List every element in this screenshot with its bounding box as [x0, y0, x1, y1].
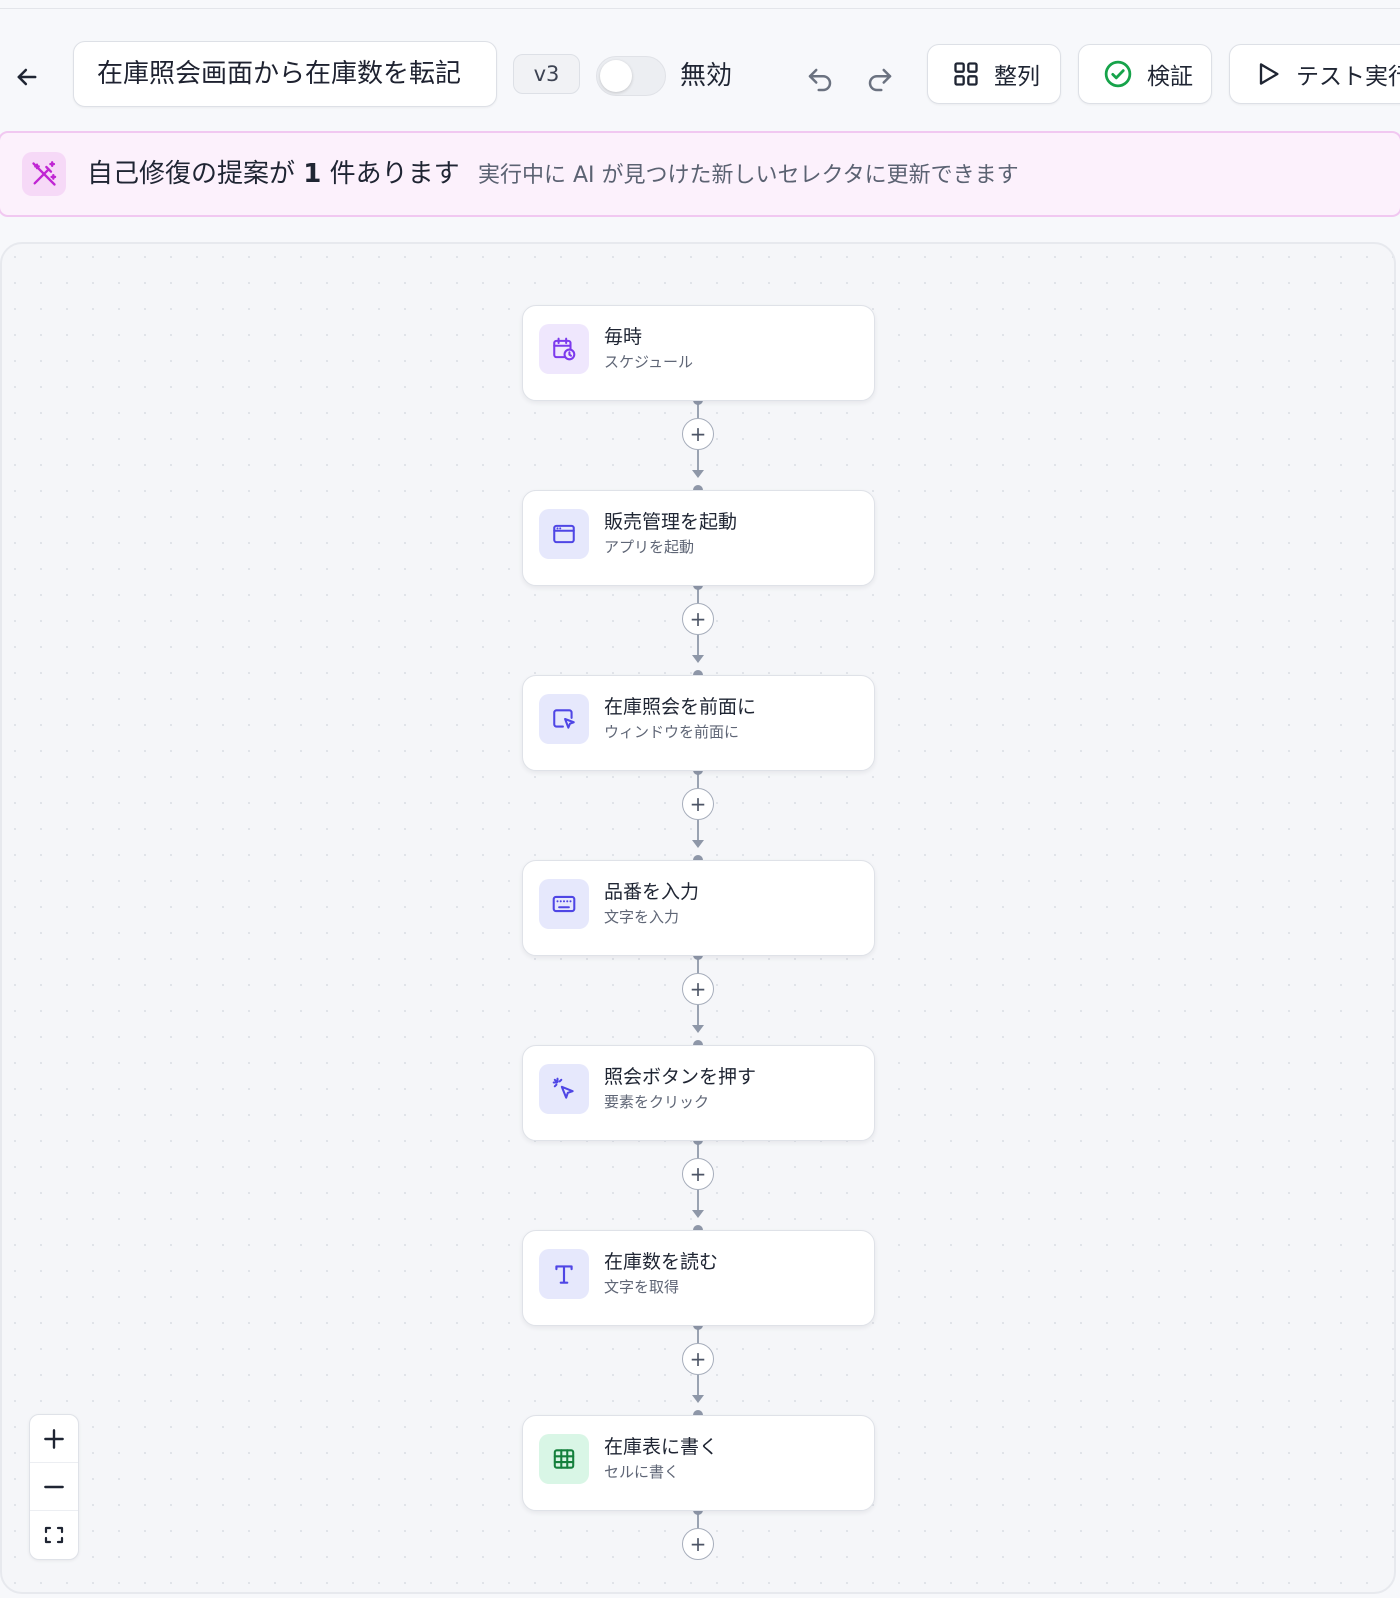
node-title: 在庫照会を前面に [604, 696, 757, 718]
node-subtitle: 要素をクリック [604, 1093, 710, 1111]
banner-subtitle: 実行中に AI が見つけた新しいセレクタに更新できます [478, 163, 1019, 188]
arrange-button[interactable]: 整列 [927, 44, 1061, 104]
add-step-button[interactable]: + [682, 603, 714, 635]
redo-button[interactable] [860, 60, 900, 100]
node-subtitle: ウィンドウを前面に [604, 723, 740, 741]
node-subtitle: スケジュール [604, 353, 693, 371]
node-type-text[interactable]: 品番を入力 文字を入力 [522, 860, 875, 956]
redo-icon [868, 68, 892, 92]
play-icon [1259, 63, 1279, 85]
text-icon [539, 1249, 589, 1299]
workflow-canvas[interactable]: 毎時 スケジュール + 販売管理を起動 アプリを起動 + 在庫照会を前面に ウィ… [0, 242, 1396, 1594]
banner-title-prefix: 自己修復の提案が [87, 159, 304, 189]
add-step-button[interactable]: + [682, 1528, 714, 1560]
node-title: 毎時 [604, 326, 643, 348]
node-subtitle: アプリを起動 [604, 538, 695, 556]
back-button[interactable] [8, 58, 46, 96]
test-run-button[interactable]: テスト実行 [1229, 44, 1400, 104]
node-title: 在庫表に書く [604, 1436, 719, 1458]
node-title: 照会ボタンを押す [604, 1066, 757, 1088]
undo-icon [808, 68, 832, 92]
grid-icon [954, 62, 978, 86]
calendar-clock-icon [539, 324, 589, 374]
node-title: 在庫数を読む [604, 1251, 719, 1273]
zoom-in-button[interactable] [30, 1415, 78, 1463]
toggle-status-label: 無効 [680, 61, 733, 91]
validate-button[interactable]: 検証 [1078, 44, 1212, 104]
test-run-label: テスト実行 [1296, 64, 1400, 90]
fit-view-button[interactable] [30, 1511, 78, 1559]
add-step-button[interactable]: + [682, 1158, 714, 1190]
validate-label: 検証 [1147, 64, 1193, 90]
check-circle-icon [1104, 60, 1132, 88]
workflow-title-input[interactable]: 在庫照会画面から在庫数を転記 [73, 41, 497, 107]
app-window-icon [539, 509, 589, 559]
arrow-left-icon [17, 68, 37, 86]
node-title: 品番を入力 [604, 881, 700, 903]
window-pointer-icon [539, 694, 589, 744]
node-subtitle: 文字を取得 [604, 1278, 680, 1296]
add-step-button[interactable]: + [682, 788, 714, 820]
arrange-label: 整列 [994, 64, 1040, 90]
add-step-button[interactable]: + [682, 1343, 714, 1375]
editor-toolbar: 在庫照会画面から在庫数を転記 v3 無効 整列 検証 テスト実行 [0, 10, 1400, 128]
zoom-controls [29, 1414, 79, 1560]
node-subtitle: セルに書く [604, 1463, 680, 1481]
enable-toggle[interactable] [596, 56, 666, 96]
add-step-button[interactable]: + [682, 418, 714, 450]
magic-wand-icon [22, 152, 66, 196]
table-icon [539, 1434, 589, 1484]
node-bring-window-front[interactable]: 在庫照会を前面に ウィンドウを前面に [522, 675, 875, 771]
toggle-knob [600, 60, 632, 92]
banner-title-suffix: 件あります [321, 159, 460, 189]
suggestion-count: 1 [303, 159, 322, 189]
plus-icon [44, 1428, 64, 1449]
click-icon [539, 1064, 589, 1114]
self-healing-banner[interactable]: 自己修復の提案が 1 件あります 実行中に AI が見つけた新しいセレクタに更新… [0, 131, 1400, 217]
add-step-button[interactable]: + [682, 973, 714, 1005]
fit-view-icon [44, 1526, 64, 1544]
node-schedule[interactable]: 毎時 スケジュール [522, 305, 875, 401]
minus-icon [44, 1485, 64, 1488]
node-write-cell[interactable]: 在庫表に書く セルに書く [522, 1415, 875, 1511]
undo-button[interactable] [800, 60, 840, 100]
window-top-border [0, 0, 1400, 9]
node-click-element[interactable]: 照会ボタンを押す 要素をクリック [522, 1045, 875, 1141]
node-launch-app[interactable]: 販売管理を起動 アプリを起動 [522, 490, 875, 586]
node-title: 販売管理を起動 [604, 511, 738, 533]
version-badge[interactable]: v3 [513, 54, 580, 94]
keyboard-icon [539, 879, 589, 929]
node-get-text[interactable]: 在庫数を読む 文字を取得 [522, 1230, 875, 1326]
zoom-out-button[interactable] [30, 1463, 78, 1511]
node-subtitle: 文字を入力 [604, 908, 680, 926]
banner-title: 自己修復の提案が 1 件あります [87, 157, 460, 191]
